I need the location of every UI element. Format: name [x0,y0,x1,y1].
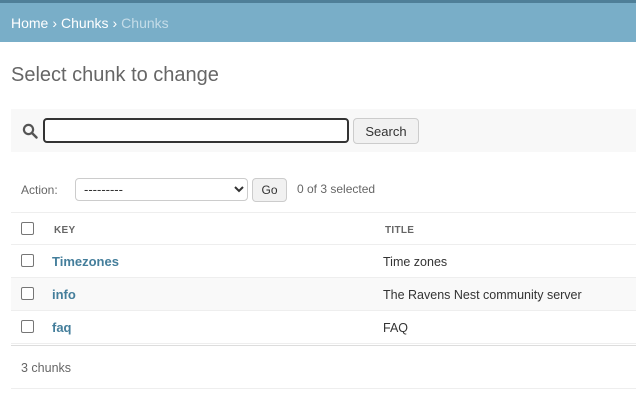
go-button[interactable]: Go [252,178,287,202]
table-row: Timezones Time zones [11,245,636,278]
breadcrumb-home-link[interactable]: Home [11,15,48,31]
page-title: Select chunk to change [11,64,219,86]
search-input[interactable] [43,118,349,143]
column-header-title[interactable]: TITLE [385,225,414,236]
row-title: Time zones [383,255,448,269]
row-key-link[interactable]: info [52,287,76,302]
actions-bar: Action: --------- Go 0 of 3 selected [11,174,636,206]
row-checkbox[interactable] [21,320,34,333]
result-list: KEY TITLE Timezones Time zones info The … [11,212,636,344]
selection-counter: 0 of 3 selected [297,182,376,196]
paginator: 3 chunks [11,345,636,389]
search-toolbar: Search [11,109,636,152]
search-icon [22,123,38,139]
breadcrumb-separator: › [112,14,118,31]
row-checkbox[interactable] [21,254,34,267]
select-all-checkbox[interactable] [21,222,34,235]
search-button[interactable]: Search [353,118,419,144]
breadcrumb: Home › Chunks › Chunks [0,3,636,42]
row-key-link[interactable]: Timezones [52,254,119,269]
breadcrumb-app-link[interactable]: Chunks [61,15,108,31]
row-key-link[interactable]: faq [52,320,72,335]
action-select[interactable]: --------- [75,178,248,201]
row-title: The Ravens Nest community server [383,288,582,302]
column-header-key[interactable]: KEY [54,225,75,236]
breadcrumb-separator: › [52,14,58,31]
result-count: 3 chunks [21,361,72,375]
table-row: faq FAQ [11,311,636,344]
table-header: KEY TITLE [11,212,636,245]
breadcrumb-current: Chunks [121,14,169,31]
row-checkbox[interactable] [21,287,34,300]
row-title: FAQ [383,321,409,335]
table-row: info The Ravens Nest community server [11,278,636,311]
action-label: Action: [21,183,58,197]
